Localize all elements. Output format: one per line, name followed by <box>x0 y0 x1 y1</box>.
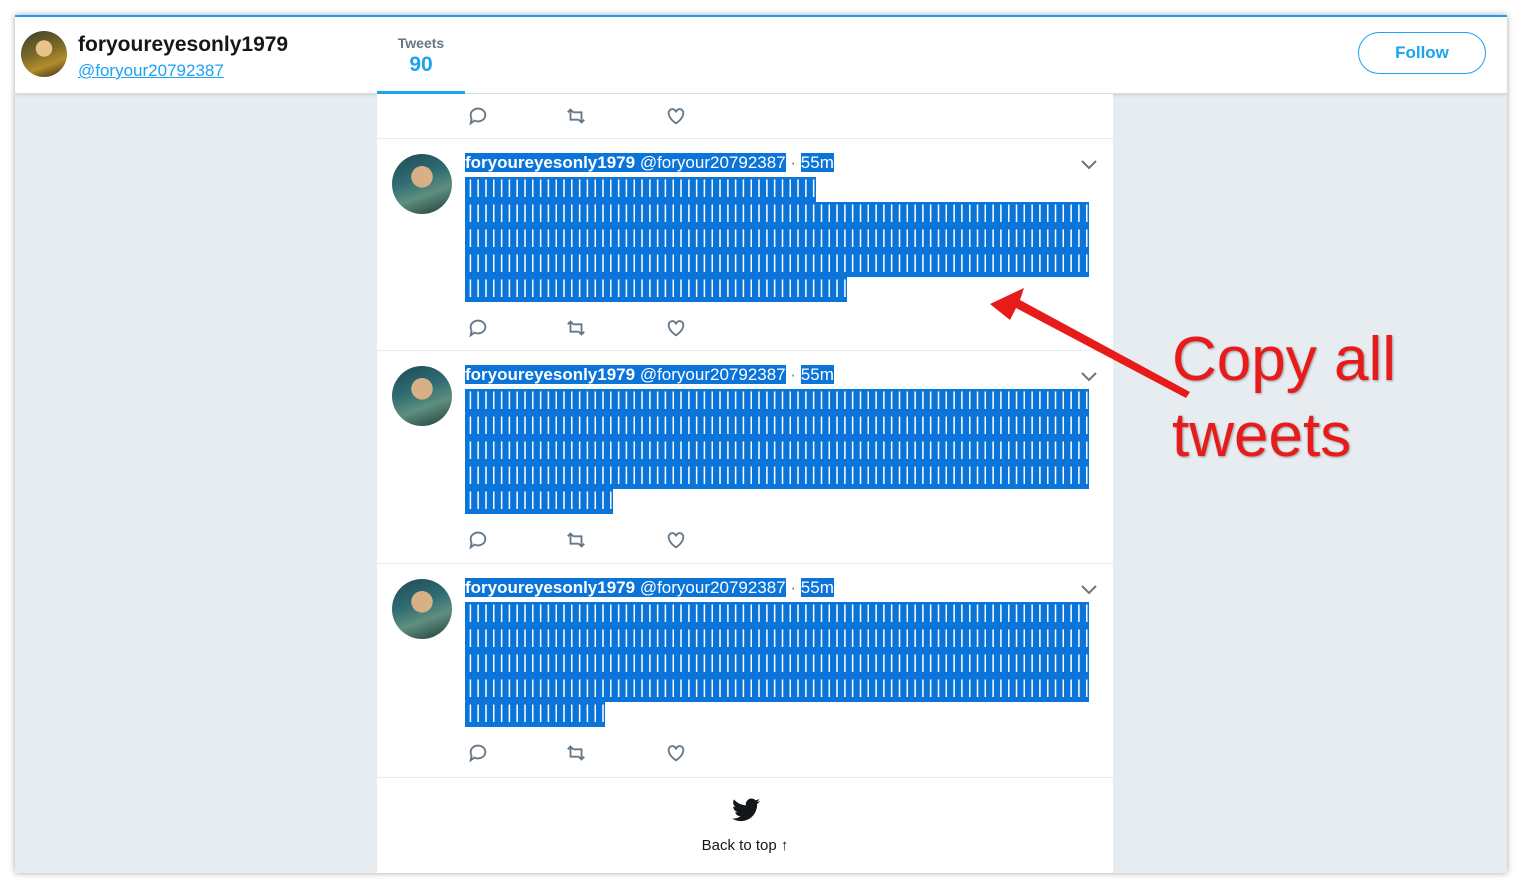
reply-icon[interactable] <box>467 529 493 555</box>
annotation-line-1: Copy all <box>1172 325 1396 394</box>
tweet-item[interactable]: foryoureyesonly1979 @foryour20792387 · 5… <box>377 563 1113 777</box>
tweet-text-line: ||||||||||||||||||||||||||||||||||||||||… <box>465 252 1090 277</box>
timeline-footer: Back to top ↑ <box>377 777 1113 873</box>
tab-tweets[interactable]: Tweets 90 <box>377 17 465 94</box>
tweet-header: foryoureyesonly1979 @foryour20792387 · 5… <box>465 364 834 386</box>
follow-button[interactable]: Follow <box>1358 32 1486 74</box>
tweet-text-line: ||||||||||||||||||||||||||||||||||||||||… <box>465 602 1090 627</box>
tweet-author-handle[interactable]: @foryour20792387 <box>639 578 786 597</box>
tweet-actions <box>465 742 705 768</box>
tweet-timestamp[interactable]: 55m <box>800 578 834 597</box>
tweet-text-line: ||||||||||||||||||||||||||||||||||||||||… <box>465 464 1090 489</box>
tweet-timestamp[interactable]: 55m <box>800 365 834 384</box>
tweet-text-line: ||||||||||||||||||||||||||||||||||||||||… <box>465 177 817 202</box>
tweet-actions <box>465 105 705 131</box>
retweet-icon[interactable] <box>565 742 591 768</box>
annotation-line-2: tweets <box>1172 401 1352 470</box>
chevron-down-icon[interactable] <box>1080 157 1098 171</box>
tweet-header: foryoureyesonly1979 @foryour20792387 · 5… <box>465 152 834 174</box>
tweet-avatar[interactable] <box>392 366 452 426</box>
tweet-avatar[interactable] <box>392 154 452 214</box>
profile-header: foryoureyesonly1979 @foryour20792387 Twe… <box>15 17 1507 94</box>
profile-name[interactable]: foryoureyesonly1979 <box>78 33 288 57</box>
tweet-timestamp[interactable]: 55m <box>800 153 834 172</box>
reply-icon[interactable] <box>467 742 493 768</box>
like-icon[interactable] <box>665 105 691 131</box>
tweet-text-line: ||||||||||||||||||||||||||||||||||||||||… <box>465 202 1090 227</box>
tweet-text-line: ||||||||||||||||||||||||||||||||||||||||… <box>465 439 1090 464</box>
annotation-text: Copy all tweets <box>1172 322 1396 474</box>
reply-icon[interactable] <box>467 105 493 131</box>
chevron-down-icon[interactable] <box>1080 582 1098 596</box>
profile-avatar[interactable] <box>21 31 67 77</box>
reply-icon[interactable] <box>467 317 493 343</box>
twitter-bird-icon <box>732 798 760 822</box>
retweet-icon[interactable] <box>565 105 591 131</box>
tweet-text-line: |||||||||||||||||| <box>465 702 606 727</box>
tweet-text-line: ||||||||||||||||||||||||||||||||||||||||… <box>465 277 848 302</box>
tab-tweets-label: Tweets <box>397 35 445 51</box>
timeline: foryoureyesonly1979 @foryour20792387 · 5… <box>377 94 1113 873</box>
tweet-author-handle[interactable]: @foryour20792387 <box>639 153 786 172</box>
like-icon[interactable] <box>665 317 691 343</box>
tweet-text: ||||||||||||||||||||||||||||||||||||||||… <box>465 602 1101 727</box>
tweet-actions <box>465 529 705 555</box>
like-icon[interactable] <box>665 742 691 768</box>
tweet-separator: · <box>790 578 797 597</box>
tweet-text: ||||||||||||||||||||||||||||||||||||||||… <box>465 389 1101 514</box>
tweet-text-line: ||||||||||||||||||| <box>465 489 614 514</box>
tweet-author-name[interactable]: foryoureyesonly1979 <box>465 365 636 384</box>
tweet-author-name[interactable]: foryoureyesonly1979 <box>465 578 636 597</box>
like-icon[interactable] <box>665 529 691 555</box>
tweet-header: foryoureyesonly1979 @foryour20792387 · 5… <box>465 577 834 599</box>
tweet-text-line: ||||||||||||||||||||||||||||||||||||||||… <box>465 652 1090 677</box>
back-to-top-link[interactable]: Back to top ↑ <box>377 837 1113 854</box>
tweet-author-handle[interactable]: @foryour20792387 <box>639 365 786 384</box>
tweet-separator: · <box>790 365 797 384</box>
retweet-icon[interactable] <box>565 529 591 555</box>
tweet-text-line: ||||||||||||||||||||||||||||||||||||||||… <box>465 627 1090 652</box>
tweet-separator: · <box>790 153 797 172</box>
profile-handle[interactable]: @foryour20792387 <box>78 61 224 81</box>
tab-tweets-count: 90 <box>409 53 433 76</box>
tweet-text-line: ||||||||||||||||||||||||||||||||||||||||… <box>465 677 1090 702</box>
retweet-icon[interactable] <box>565 317 591 343</box>
tweet-text-line: ||||||||||||||||||||||||||||||||||||||||… <box>465 414 1090 439</box>
tweet-actions <box>465 317 705 343</box>
tweet-avatar[interactable] <box>392 579 452 639</box>
tweet-author-name[interactable]: foryoureyesonly1979 <box>465 153 636 172</box>
tweet-text-line: ||||||||||||||||||||||||||||||||||||||||… <box>465 227 1090 252</box>
